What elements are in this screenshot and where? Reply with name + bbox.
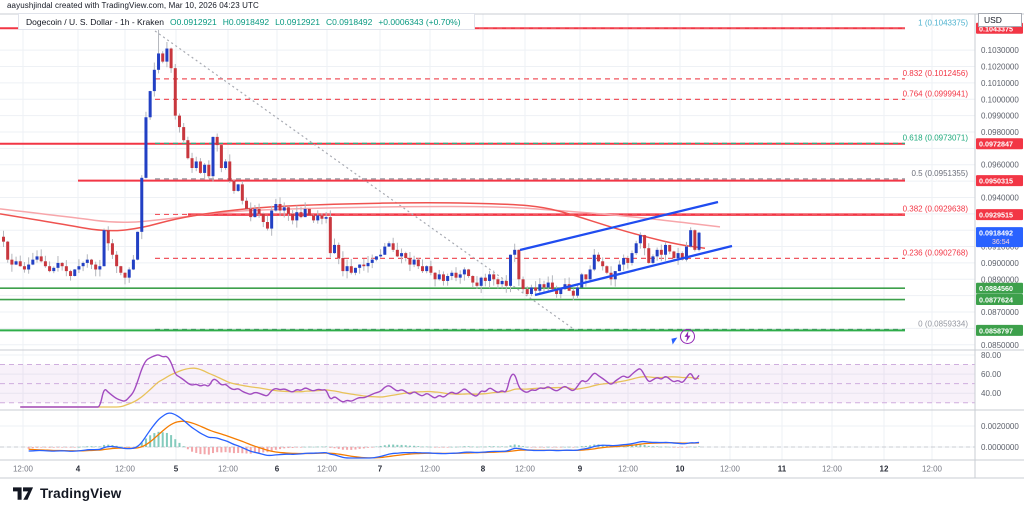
svg-text:0.0929515: 0.0929515 [979, 211, 1013, 220]
svg-text:12:00: 12:00 [822, 465, 843, 474]
svg-text:12:00: 12:00 [218, 465, 239, 474]
svg-text:0.0870000: 0.0870000 [981, 308, 1019, 317]
time-axis[interactable]: 12:00 4 12:00 5 12:00 6 12:00 7 12:00 8 12:00 9 12:0… [13, 465, 943, 474]
svg-text:60.00: 60.00 [981, 370, 1002, 379]
price-chart-canvas[interactable]: 1 (0.1043375) 0.832 (0.1012456) 0.764 (0.0… [0, 0, 1024, 512]
svg-text:5: 5 [174, 465, 179, 474]
svg-text:12:00: 12:00 [922, 465, 943, 474]
svg-text:0.0850000: 0.0850000 [981, 341, 1019, 350]
low-value: L0.0912921 [275, 17, 320, 27]
svg-text:80.00: 80.00 [981, 351, 1002, 360]
svg-text:12:00: 12:00 [618, 465, 639, 474]
rsi-band [0, 365, 975, 403]
svg-text:0.236 (0.0902768): 0.236 (0.0902768) [903, 248, 969, 257]
svg-text:0.618 (0.0973071): 0.618 (0.0973071) [903, 133, 969, 142]
svg-text:0.0972847: 0.0972847 [979, 140, 1013, 149]
fib-retracement-lines [155, 28, 905, 329]
price-axis[interactable]: 0.1030000 0.1020000 0.1010000 0.1000000 0.09… [981, 46, 1019, 452]
svg-text:36:54: 36:54 [992, 239, 1010, 246]
brand-name: TradingView [40, 486, 121, 501]
close-value: C0.0918492 [326, 17, 372, 27]
open-value: O0.0912921 [170, 17, 217, 27]
svg-text:9: 9 [578, 465, 583, 474]
svg-text:7: 7 [378, 465, 383, 474]
footer-branding[interactable]: TradingView [13, 486, 121, 501]
macd-pane [28, 413, 700, 458]
svg-text:0.382 (0.0929638): 0.382 (0.0929638) [903, 204, 969, 213]
svg-text:0.1000000: 0.1000000 [981, 95, 1019, 104]
svg-text:0.0990000: 0.0990000 [981, 112, 1019, 121]
svg-text:40.00: 40.00 [981, 389, 1002, 398]
tradingview-logo-icon [13, 487, 34, 501]
svg-text:6: 6 [275, 465, 280, 474]
svg-text:4: 4 [76, 465, 81, 474]
symbol-title: Dogecoin / U. S. Dollar - 1h - Kraken [26, 17, 164, 27]
svg-text:0.5 (0.0951355): 0.5 (0.0951355) [912, 169, 969, 178]
tradingview-chart-window: aayushjindal created with TradingView.co… [0, 0, 1024, 512]
svg-text:0 (0.0859334): 0 (0.0859334) [918, 319, 968, 328]
lightning-annotation[interactable] [680, 329, 695, 344]
pointer-cursor-icon [671, 337, 678, 344]
svg-text:0.1030000: 0.1030000 [981, 46, 1019, 55]
svg-text:12:00: 12:00 [317, 465, 338, 474]
svg-text:0.0960000: 0.0960000 [981, 161, 1019, 170]
svg-text:0.0918492: 0.0918492 [979, 228, 1013, 237]
svg-text:0.1020000: 0.1020000 [981, 63, 1019, 72]
svg-text:0.0900000: 0.0900000 [981, 259, 1019, 268]
svg-text:12:00: 12:00 [420, 465, 441, 474]
svg-text:0.764 (0.0999941): 0.764 (0.0999941) [903, 89, 969, 98]
svg-text:0.0000000: 0.0000000 [981, 443, 1019, 452]
svg-text:11: 11 [778, 465, 787, 474]
svg-text:12:00: 12:00 [515, 465, 536, 474]
change-value: +0.0006343 (+0.70%) [378, 17, 460, 27]
svg-text:0.832 (0.1012456): 0.832 (0.1012456) [903, 69, 969, 78]
svg-text:12:00: 12:00 [13, 465, 34, 474]
svg-text:0.0980000: 0.0980000 [981, 128, 1019, 137]
high-value: H0.0918492 [223, 17, 269, 27]
lightning-bolt-icon [683, 331, 692, 342]
svg-text:0.0020000: 0.0020000 [981, 422, 1019, 431]
svg-text:0.0877624: 0.0877624 [979, 296, 1013, 305]
svg-text:12:00: 12:00 [720, 465, 741, 474]
currency-toggle[interactable]: USD [978, 13, 1022, 27]
svg-text:12:00: 12:00 [115, 465, 136, 474]
svg-text:0.0858797: 0.0858797 [979, 326, 1013, 335]
svg-text:1 (0.1043375): 1 (0.1043375) [918, 18, 968, 27]
svg-text:0.1010000: 0.1010000 [981, 79, 1019, 88]
svg-text:8: 8 [481, 465, 486, 474]
svg-text:12: 12 [880, 465, 889, 474]
svg-text:0.0950315: 0.0950315 [979, 177, 1013, 186]
ohlc-legend[interactable]: Dogecoin / U. S. Dollar - 1h - Kraken O0… [18, 13, 475, 30]
svg-text:10: 10 [676, 465, 685, 474]
svg-text:0.0884560: 0.0884560 [979, 284, 1013, 293]
fib-labels: 1 (0.1043375) 0.832 (0.1012456) 0.764 (0.0… [903, 18, 969, 328]
svg-text:0.0940000: 0.0940000 [981, 193, 1019, 202]
